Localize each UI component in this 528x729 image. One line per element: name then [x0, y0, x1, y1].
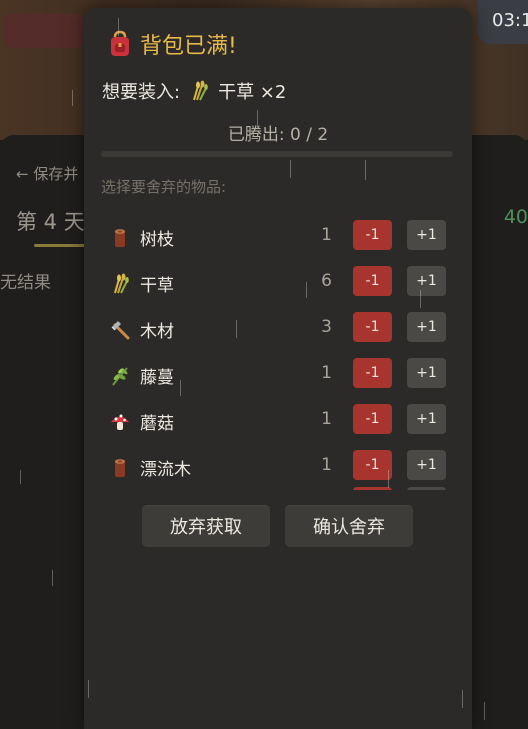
list-item: 干草 6 -1 +1: [104, 266, 448, 300]
vine-icon: [109, 365, 131, 387]
item-count: 1: [321, 363, 332, 383]
wood-axe-icon: [109, 319, 131, 341]
increase-button[interactable]: [407, 487, 446, 490]
decrease-button[interactable]: -1: [353, 404, 392, 434]
rain-streak: [88, 680, 89, 698]
confirm-discard-button[interactable]: 确认舍弃: [285, 505, 413, 547]
increase-button[interactable]: +1: [407, 450, 446, 480]
rain-streak: [484, 702, 485, 720]
item-name: 藤蔓: [140, 368, 174, 388]
list-item: 漂流木 1 -1 +1: [104, 450, 448, 484]
driftwood-icon: [109, 457, 131, 479]
list-item: 树枝 1 -1 +1: [104, 220, 448, 254]
rain-streak: [306, 282, 307, 298]
item-name: 干草: [140, 276, 174, 296]
discard-item-list[interactable]: 树枝 1 -1 +1 干草 6 -1 +1 木材 3 -1 +1 藤蔓 1 -1…: [104, 208, 448, 490]
decrease-button[interactable]: -1: [353, 358, 392, 388]
back-link[interactable]: ← 保存并: [16, 163, 78, 184]
increase-button[interactable]: +1: [407, 220, 446, 250]
rain-streak: [388, 470, 389, 488]
item-count: 1: [321, 455, 332, 475]
rain-streak: [462, 690, 463, 708]
rain-streak: [365, 160, 366, 180]
background-chip: [4, 14, 84, 48]
inventory-full-dialog: 背包已满! 想要装入: 干草 ×2 已腾出: 0 / 2 选择要舍弃的物品: 树…: [84, 8, 472, 729]
select-discard-label: 选择要舍弃的物品:: [101, 178, 227, 196]
incoming-item-text: 干草 ×2: [218, 82, 287, 103]
hay-icon: [109, 273, 131, 295]
list-item: 木材 3 -1 +1: [104, 312, 448, 346]
rain-streak: [20, 470, 21, 484]
increase-button[interactable]: +1: [407, 266, 446, 296]
rain-streak: [257, 110, 258, 128]
list-item-partial: [104, 487, 448, 490]
rain-streak: [290, 160, 291, 178]
dialog-title: 背包已满!: [108, 28, 237, 60]
item-name: 漂流木: [140, 460, 191, 480]
mushroom-icon: [109, 411, 131, 433]
decrease-button[interactable]: -1: [353, 450, 392, 480]
rain-streak: [72, 90, 73, 106]
list-item: 藤蔓 1 -1 +1: [104, 358, 448, 392]
day-tab[interactable]: 第 4 天: [16, 206, 85, 236]
item-name: 木材: [140, 322, 174, 342]
increase-button[interactable]: +1: [407, 404, 446, 434]
item-count: 1: [321, 409, 332, 429]
increase-button[interactable]: +1: [407, 358, 446, 388]
incoming-item-line: 想要装入: 干草 ×2: [102, 78, 286, 104]
decrease-button[interactable]: [353, 487, 392, 490]
clock: 03:1: [478, 0, 528, 44]
list-item: 蘑菇 1 -1 +1: [104, 404, 448, 438]
give-up-button[interactable]: 放弃获取: [142, 505, 270, 547]
want-label: 想要装入:: [102, 82, 181, 103]
branch-icon: [109, 227, 131, 249]
item-count: 3: [321, 317, 332, 337]
empty-result-text: 无结果: [0, 273, 51, 293]
rain-streak: [236, 320, 237, 338]
item-name: 树枝: [140, 230, 174, 250]
item-count: 1: [321, 225, 332, 245]
dialog-title-text: 背包已满!: [140, 34, 237, 59]
increase-button[interactable]: +1: [407, 312, 446, 342]
item-count: 6: [321, 271, 332, 291]
hay-icon: [188, 80, 210, 102]
rain-streak: [118, 18, 119, 36]
rain-streak: [52, 570, 53, 586]
background-right-number: 40: [503, 206, 528, 228]
decrease-button[interactable]: -1: [353, 312, 392, 342]
day-tab-underline: [34, 244, 90, 247]
item-name: 蘑菇: [140, 414, 174, 434]
decrease-button[interactable]: -1: [353, 266, 392, 296]
freed-slots-text: 已腾出: 0 / 2: [227, 125, 329, 145]
backpack-icon: [108, 30, 132, 58]
rain-streak: [180, 380, 181, 396]
decrease-button[interactable]: -1: [353, 220, 392, 250]
freed-progress-bar: [101, 151, 453, 157]
rain-streak: [420, 290, 421, 308]
